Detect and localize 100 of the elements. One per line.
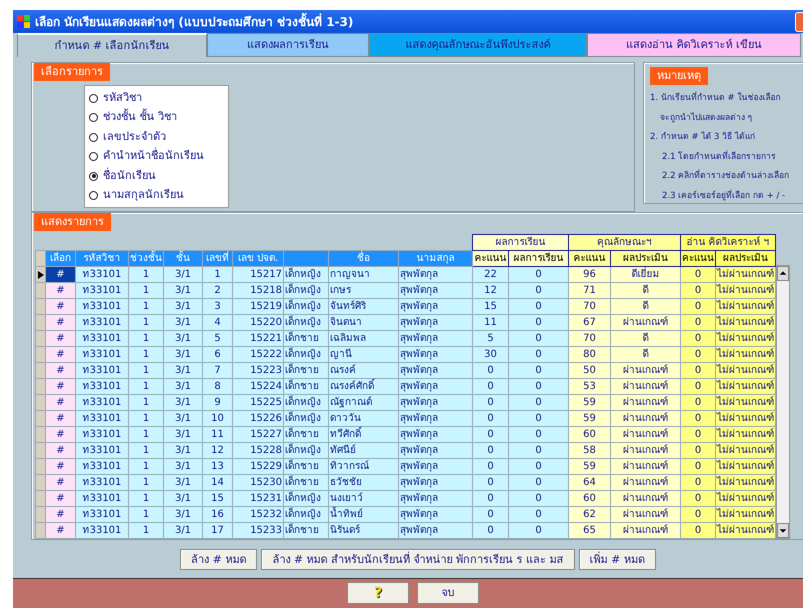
radio-option[interactable]: ชื่อนักเรียน [89,166,224,186]
select-cell[interactable]: # [46,474,76,491]
note-text: 2.1 โดยกำหนดที่เลือกรายการ [661,149,778,164]
table-cell: ทวีศักดิ์ [328,426,398,443]
tab[interactable]: แสดงคุณลักษณะอันพึงประสงค์ [369,33,587,57]
scrollbar[interactable] [776,265,790,540]
table-cell: 15228 [232,442,284,459]
tab[interactable]: แสดงผลการเรียน [207,33,369,57]
radio-label: นามสกุลนักเรียน [103,187,184,204]
radio-option[interactable]: รหัสวิชา [89,88,224,108]
table-cell: 0 [680,330,716,347]
select-cell[interactable]: # [46,330,76,347]
close-button[interactable]: จบ [417,582,479,604]
table-cell: ไม่ผ่านเกณฑ์ [716,378,776,395]
radio-icon[interactable] [89,172,98,181]
table-cell: ดี [610,282,680,299]
table-cell: 0 [680,282,716,299]
table-cell: จันทร์ศิริ [328,298,398,315]
column-header[interactable]: ผลประเมิน [716,250,776,267]
column-header[interactable]: คะแนน [568,250,610,267]
table-cell: ดี [610,346,680,363]
table-cell: 0 [508,282,568,299]
table-cell: 0 [472,426,508,443]
table-cell: ไม่ผ่านเกณฑ์ [716,346,776,363]
table-cell: สุพพัตกุล [398,378,472,395]
table-cell: สุพพัตกุล [398,490,472,507]
select-cell[interactable]: # [46,298,76,315]
table-cell: 15227 [232,426,284,443]
table-cell: ท33101 [76,298,128,315]
scroll-up-icon[interactable] [777,266,789,282]
table-cell: 0 [472,362,508,379]
table-cell: 15222 [232,346,284,363]
column-header[interactable]: คะแนน [472,250,508,267]
column-header[interactable]: คะแนน [680,250,716,267]
tab[interactable]: กำหนด # เลือกนักเรียน [17,33,207,57]
table-cell: 0 [508,522,568,539]
select-cell[interactable]: # [46,506,76,523]
select-cell[interactable]: # [46,378,76,395]
table-cell: เด็กหญิง [284,346,328,363]
table-cell: 1 [128,490,164,507]
select-cell[interactable]: # [46,394,76,411]
action-button[interactable]: ล้าง # หมด สำหรับนักเรียนที่ จำหน่าย พักการเรียน ร และ มส [261,548,575,570]
note-text: 1. นักเรียนที่กำหนด # ในช่องเลือก [650,90,782,106]
window-title: เลือก นักเรียนแสดงผลต่างๆ (แบบประถมศึกษา ช่วงชั้นที่ 1-3) [35,12,354,31]
table-cell: ไม่ผ่านเกณฑ์ [716,394,776,411]
table-cell: 0 [472,410,508,427]
table-cell: 15217 [232,266,284,283]
table-cell: ธวัชชัย [328,474,398,491]
table-cell: 0 [508,474,568,491]
select-cell[interactable]: # [46,442,76,459]
radio-icon[interactable] [89,132,98,142]
radio-option[interactable]: เลขประจำตัว [89,127,224,147]
radio-icon[interactable] [89,152,98,162]
table-cell: 0 [508,410,568,427]
table-cell: 3/1 [164,490,202,507]
select-cell[interactable]: # [46,282,76,299]
table-cell: 15224 [232,378,284,395]
table-cell: ทิวากรณ์ [328,458,398,475]
select-cell[interactable]: # [46,490,76,507]
table-cell: 0 [680,506,716,523]
table-cell: 3/1 [164,506,202,523]
table-cell: ท33101 [76,330,128,347]
select-cell[interactable]: # [46,426,76,443]
select-cell[interactable]: # [46,266,76,283]
select-cell[interactable]: # [46,410,76,427]
table-cell: 0 [508,458,568,475]
table-cell: กาญจนา [328,266,398,283]
table-cell: สุพพัตกุล [398,394,472,411]
radio-icon[interactable] [89,191,98,200]
select-cell[interactable]: # [46,362,76,379]
table-cell: 0 [680,426,716,443]
select-cell[interactable]: # [46,346,76,363]
column-header[interactable]: ผลประเมิน [610,250,680,267]
action-button[interactable]: เพิ่ม # หมด [578,548,656,570]
table-cell: 2 [202,282,232,299]
select-cell[interactable]: # [46,522,76,539]
tab[interactable]: แสดงอ่าน คิดวิเคราะห์ เขียน [587,33,801,57]
table-cell: ผ่านเกณฑ์ [610,458,680,475]
table-cell: 0 [472,442,508,459]
radio-option[interactable]: นามสกุลนักเรียน [89,186,224,206]
table-cell: ญานี [328,346,398,363]
select-cell[interactable]: # [46,458,76,475]
radio-option[interactable]: ช่วงชั้น ชั้น วิชา [89,108,224,128]
action-button[interactable]: ล้าง # หมด [180,548,258,570]
radio-label: ช่วงชั้น ชั้น วิชา [103,109,177,126]
table-cell: 15219 [232,298,284,315]
select-cell[interactable]: # [46,314,76,331]
table-cell: ท33101 [76,410,128,427]
app-icon [17,14,31,29]
radio-icon[interactable] [89,94,98,103]
radio-icon[interactable] [89,113,98,122]
table-cell: 7 [202,362,232,379]
table-cell: ไม่ผ่านเกณฑ์ [716,282,776,299]
column-header[interactable]: ผลการเรียน [508,250,568,267]
scroll-down-icon[interactable] [777,523,789,538]
table-cell: เด็กชาย [284,378,328,395]
radio-option[interactable]: คำนำหน้าชื่อนักเรียน [89,146,224,166]
table-cell: สุพพัตกุล [398,522,472,539]
table-cell: 3/1 [164,426,202,443]
table-cell: ไม่ผ่านเกณฑ์ [716,458,776,475]
